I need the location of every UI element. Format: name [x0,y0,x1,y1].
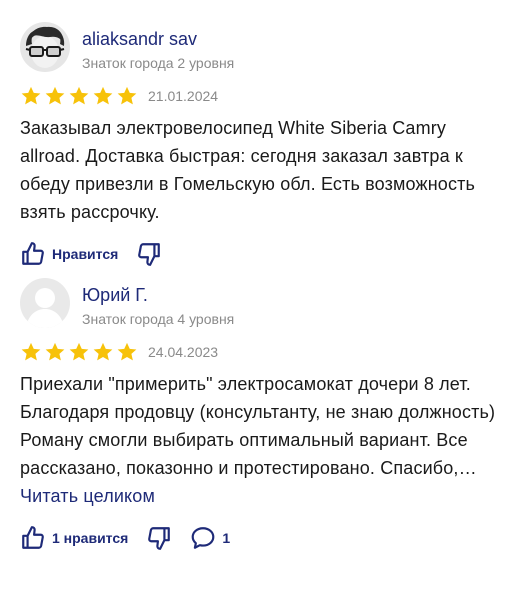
read-more-link[interactable]: Читать целиком [20,486,155,506]
thumbs-up-icon [22,242,44,265]
like-label: Нравится [52,246,119,262]
review-card: aliaksandr sav Знаток города 2 уровня 21… [20,22,500,268]
author-level: Знаток города 2 уровня [82,55,235,71]
review-text: Приехали "примерить" электросамокат доче… [20,370,500,510]
thumbs-down-icon [138,243,161,266]
star-icon [21,86,41,105]
rating-row: 21.01.2024 [20,84,500,108]
star-icon [69,342,89,361]
like-label: 1 нравится [52,530,129,546]
like-button[interactable]: Нравится [20,241,118,267]
star-icon [93,342,113,361]
comment-count: 1 [222,530,231,546]
review-actions: 1 нравится 1 [20,524,500,552]
dislike-button[interactable] [136,241,162,267]
rating-row: 24.04.2023 [20,340,500,364]
default-avatar-icon[interactable] [20,278,70,328]
author-level: Знаток города 4 уровня [82,311,235,327]
comments-button[interactable]: 1 [190,525,230,551]
star-icon [69,86,89,105]
star-icon [117,342,137,361]
star-rating [20,85,138,107]
review-text: Заказывал электровелосипед White Siberia… [20,118,476,222]
thumbs-down-icon [148,527,171,550]
star-icon [45,86,65,105]
author-row: Юрий Г. Знаток города 4 уровня [20,278,500,332]
author-meta: aliaksandr sav Знаток города 2 уровня [82,22,234,72]
review-card: Юрий Г. Знаток города 4 уровня 24.04.202… [20,278,500,552]
author-meta: Юрий Г. Знаток города 4 уровня [82,278,234,328]
star-icon [45,342,65,361]
star-rating [20,341,138,363]
author-row: aliaksandr sav Знаток города 2 уровня [20,22,500,76]
author-name[interactable]: aliaksandr sav [82,28,234,50]
review-text-body: Приехали "примерить" электросамокат доче… [20,374,496,478]
star-icon [117,86,137,105]
review-date: 21.01.2024 [148,88,219,104]
star-icon [93,86,113,105]
review-date: 24.04.2023 [148,344,219,360]
like-button[interactable]: 1 нравится [20,525,128,551]
dislike-button[interactable] [146,525,172,551]
comment-bubble-icon [191,527,215,549]
review-actions: Нравится [20,240,500,268]
star-icon [21,342,41,361]
thumbs-up-icon [22,526,44,549]
author-name[interactable]: Юрий Г. [82,284,234,306]
avatar-with-glasses-icon[interactable] [20,22,70,72]
